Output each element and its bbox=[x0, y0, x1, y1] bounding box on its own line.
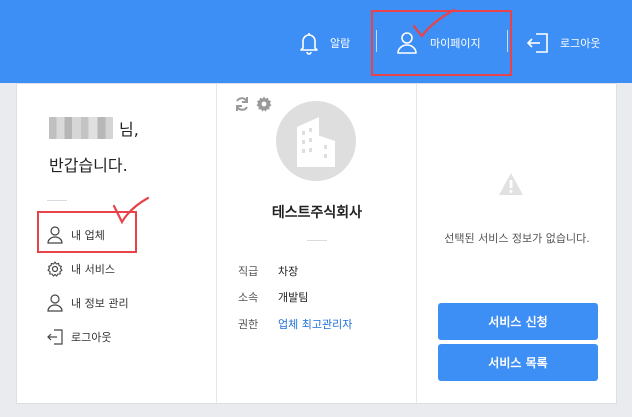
logout-icon bbox=[47, 329, 63, 345]
menu-label: 내 서비스 bbox=[71, 263, 115, 276]
user-icon bbox=[47, 294, 63, 312]
logout-label: 로그아웃 bbox=[560, 37, 601, 50]
info-row-position: 직급 차장 bbox=[238, 263, 298, 279]
warning-icon bbox=[499, 173, 523, 195]
checkmark-annotation bbox=[412, 8, 456, 38]
info-row-department: 소속 개발팀 bbox=[238, 289, 308, 305]
menu-label: 로그아웃 bbox=[71, 331, 112, 344]
divider bbox=[47, 200, 67, 201]
menu-item-logout[interactable]: 로그아웃 bbox=[47, 328, 111, 346]
logout-nav-item[interactable]: 로그아웃 bbox=[526, 27, 600, 59]
info-row-permission: 권한 업체 최고관리자 bbox=[238, 316, 352, 332]
info-value: 개발팀 bbox=[278, 291, 309, 304]
company-name: 테스트주식회사 bbox=[271, 205, 363, 221]
gear-icon bbox=[47, 261, 63, 277]
user-greeting: 님, bbox=[49, 116, 139, 140]
company-logo-placeholder bbox=[276, 101, 356, 181]
info-value: 차장 bbox=[278, 265, 299, 278]
blurred-user-name bbox=[49, 117, 113, 139]
empty-services-message: 선택된 서비스 정보가 없습니다. bbox=[444, 232, 590, 245]
info-label: 소속 bbox=[238, 291, 259, 304]
refresh-icon[interactable] bbox=[234, 96, 250, 112]
building-icon bbox=[297, 117, 335, 167]
alarm-nav-item[interactable]: 알람 bbox=[298, 27, 350, 59]
name-suffix: 님, bbox=[119, 120, 139, 139]
greeting-text: 반갑습니다. bbox=[49, 156, 128, 175]
logout-icon bbox=[526, 33, 548, 53]
column-divider bbox=[216, 84, 217, 403]
service-apply-button[interactable]: 서비스 신청 bbox=[438, 303, 598, 340]
gear-icon[interactable] bbox=[256, 96, 272, 112]
service-list-button[interactable]: 서비스 목록 bbox=[438, 344, 598, 381]
alarm-label: 알람 bbox=[330, 37, 351, 50]
company-tools bbox=[234, 96, 272, 112]
checkmark-annotation bbox=[112, 196, 150, 225]
top-navigation-bar: 알람 마이페이지 로그아웃 bbox=[0, 0, 632, 83]
info-label: 직급 bbox=[238, 265, 259, 278]
menu-label: 내 정보 관리 bbox=[71, 297, 129, 310]
permission-link[interactable]: 업체 최고관리자 bbox=[278, 316, 352, 332]
menu-item-my-services[interactable]: 내 서비스 bbox=[47, 260, 115, 278]
info-label: 권한 bbox=[238, 318, 259, 331]
bell-icon bbox=[300, 33, 318, 55]
divider bbox=[307, 240, 327, 241]
menu-item-my-info[interactable]: 내 정보 관리 bbox=[47, 294, 129, 312]
